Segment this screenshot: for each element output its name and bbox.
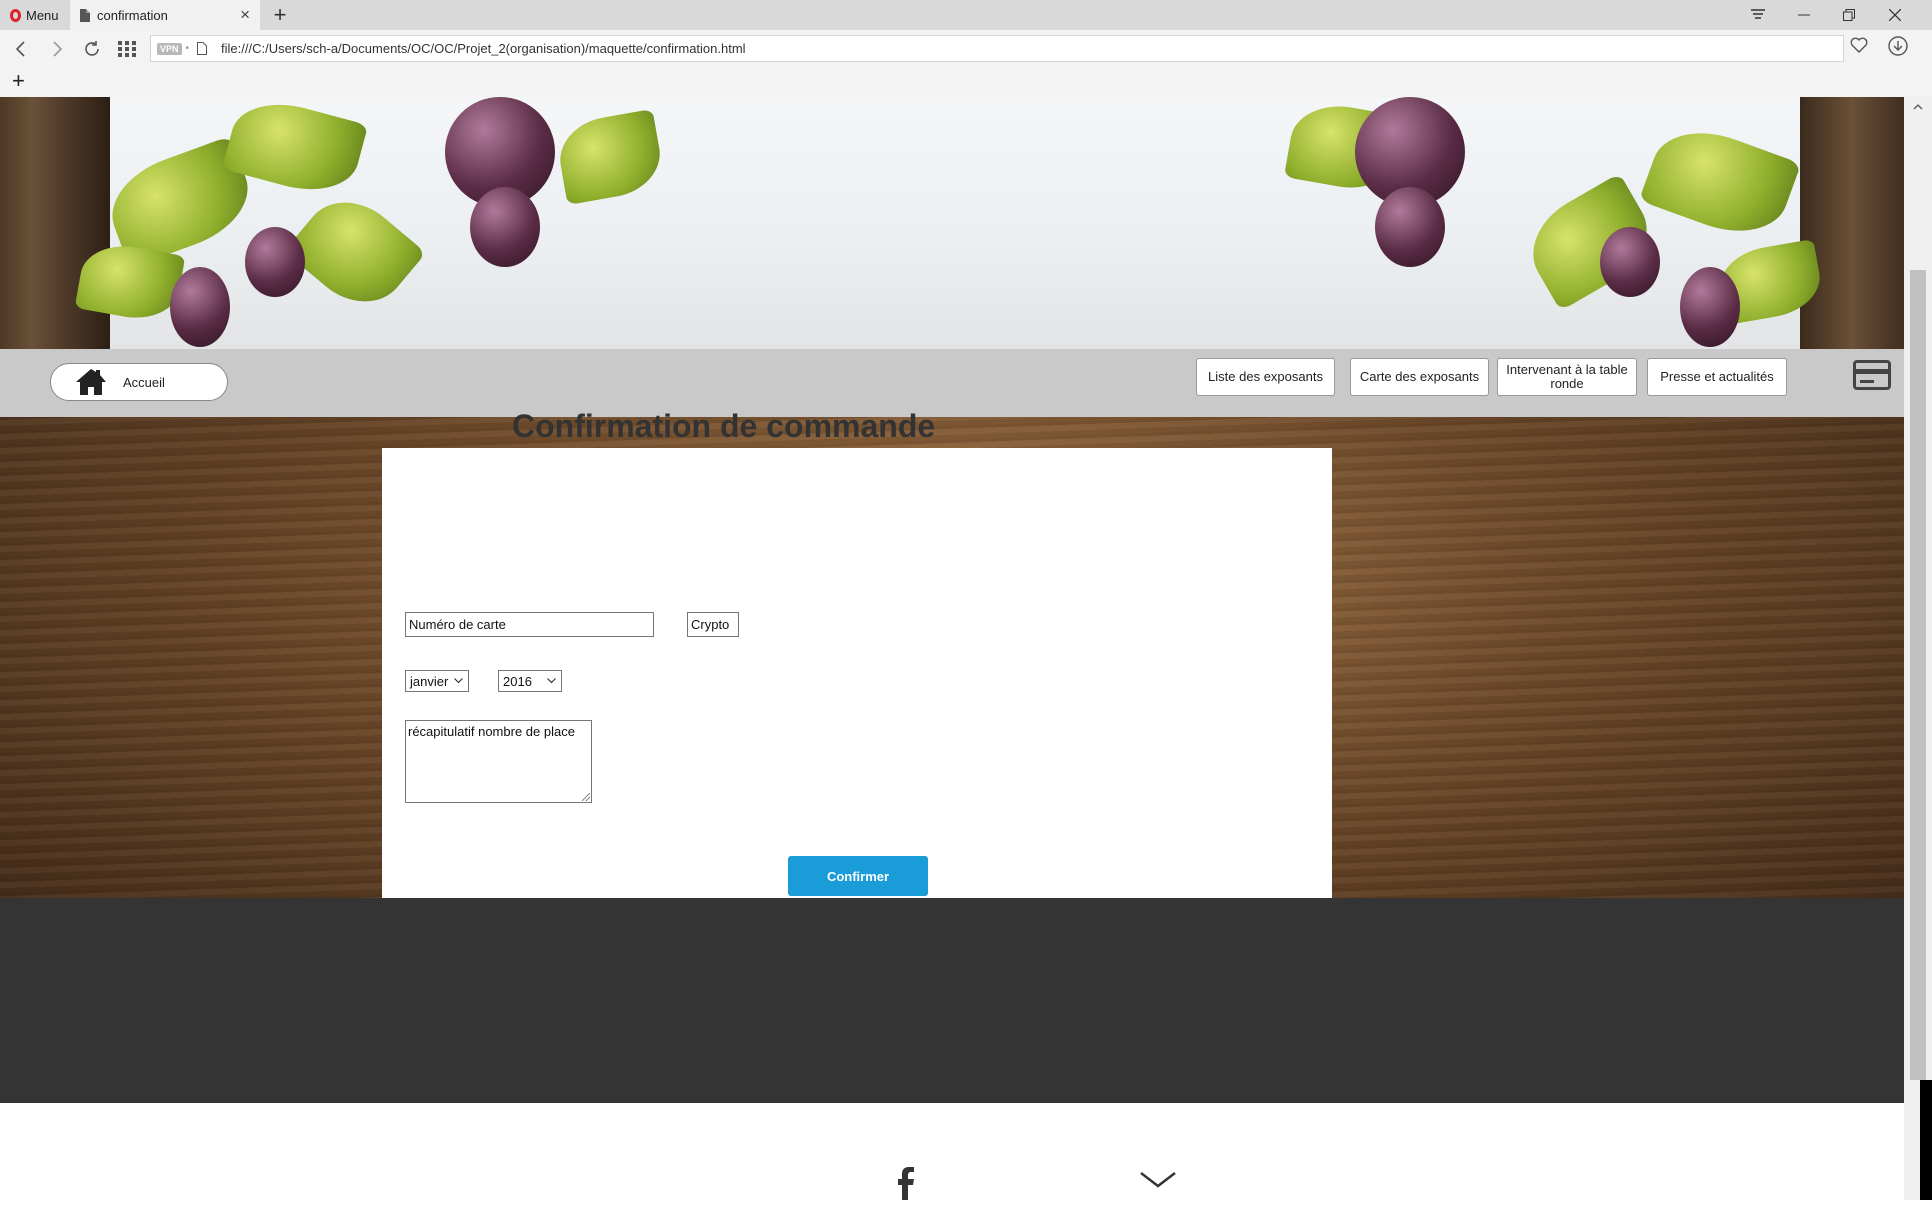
home-button[interactable]: Accueil <box>50 363 228 401</box>
home-icon <box>76 369 106 395</box>
nav-item-table-ronde[interactable]: Intervenant à la table ronde <box>1497 358 1637 396</box>
reload-icon[interactable] <box>79 36 105 62</box>
footer <box>0 898 1904 1103</box>
nav-item-label: Liste des exposants <box>1208 369 1323 384</box>
nav-item-carte-exposants[interactable]: Carte des exposants <box>1350 358 1489 396</box>
summary-placeholder: récapitulatif nombre de place <box>408 724 575 739</box>
new-tab-button[interactable]: + <box>268 2 292 28</box>
facebook-icon[interactable] <box>886 1163 918 1205</box>
scroll-up-icon[interactable] <box>1904 97 1932 117</box>
crypto-input[interactable]: Crypto <box>687 612 739 637</box>
summary-textarea[interactable]: récapitulatif nombre de place <box>405 720 592 803</box>
url-bar[interactable]: VPN • file:///C:/Users/sch-a/Documents/O… <box>150 35 1844 62</box>
footer-address-line: ADRESSE <box>25 1151 92 1167</box>
grape-cluster <box>1600 227 1660 297</box>
file-icon <box>197 42 208 55</box>
chevron-down-icon <box>454 676 463 687</box>
scrollbar-thumb[interactable] <box>1910 270 1926 1080</box>
vpn-dot-icon: • <box>185 43 190 54</box>
vine-leaf <box>553 108 667 206</box>
vine-leaf <box>283 182 427 322</box>
year-value: 2016 <box>503 673 532 689</box>
close-tab-icon[interactable]: × <box>240 5 250 25</box>
credit-card-icon[interactable] <box>1853 360 1891 390</box>
footer-address-line: ADRESSE <box>25 1177 92 1193</box>
nav-item-label: Intervenant à la table ronde <box>1506 362 1628 391</box>
forward-icon[interactable] <box>44 36 70 62</box>
scrollbar-edge <box>1920 1080 1932 1200</box>
restore-icon[interactable] <box>1827 0 1871 30</box>
nav-item-liste-exposants[interactable]: Liste des exposants <box>1196 358 1335 396</box>
browser-menu-label: Menu <box>26 7 59 23</box>
card-number-input[interactable]: Numéro de carte <box>405 612 654 637</box>
nav-item-label: Carte des exposants <box>1359 369 1480 384</box>
twitter-icon[interactable] <box>1002 1163 1053 1205</box>
nav-item-label: Presse et actualités <box>1660 369 1774 384</box>
browser-tab[interactable]: confirmation × <box>70 0 260 30</box>
heart-icon[interactable] <box>1850 37 1872 59</box>
page-title: Confirmation de commande <box>512 408 936 444</box>
card-number-placeholder: Numéro de carte <box>409 617 506 632</box>
back-icon[interactable] <box>8 36 34 62</box>
confirm-button[interactable]: Confirmer <box>788 856 928 896</box>
vine-trunk-right <box>1800 97 1904 349</box>
grape-cluster <box>245 227 305 297</box>
crypto-placeholder: Crypto <box>691 617 730 632</box>
confirm-button-label: Confirmer <box>826 868 890 884</box>
home-button-label: Accueil <box>123 374 165 390</box>
page-icon <box>80 8 90 22</box>
nav-item-presse[interactable]: Presse et actualités <box>1647 358 1787 396</box>
grape-cluster <box>170 267 230 347</box>
speed-dial-icon[interactable] <box>114 36 140 62</box>
vpn-badge[interactable]: VPN <box>157 42 182 55</box>
vine-leaf <box>1638 115 1802 249</box>
month-value: janvier <box>410 673 449 689</box>
tab-title: confirmation <box>97 7 168 23</box>
grape-cluster <box>1375 187 1445 267</box>
year-select[interactable]: 2016 <box>498 670 562 692</box>
close-window-icon[interactable] <box>1873 0 1917 30</box>
url-text: file:///C:/Users/sch-a/Documents/OC/OC/P… <box>221 41 746 56</box>
grape-cluster <box>470 187 540 267</box>
tab-menu-icon[interactable] <box>1736 0 1780 30</box>
month-select[interactable]: janvier <box>405 670 469 692</box>
opera-logo-icon <box>10 8 21 22</box>
grape-cluster <box>1680 267 1740 347</box>
resize-handle-icon[interactable] <box>582 793 590 801</box>
bookmarks-bar <box>0 66 1932 98</box>
add-bookmark-icon[interactable]: + <box>12 68 25 94</box>
browser-menu-button[interactable]: Menu <box>4 3 68 27</box>
download-icon[interactable] <box>1888 36 1912 60</box>
chevron-down-icon <box>547 676 556 687</box>
hero-banner-image <box>0 97 1904 349</box>
minimize-icon[interactable] <box>1782 0 1826 30</box>
